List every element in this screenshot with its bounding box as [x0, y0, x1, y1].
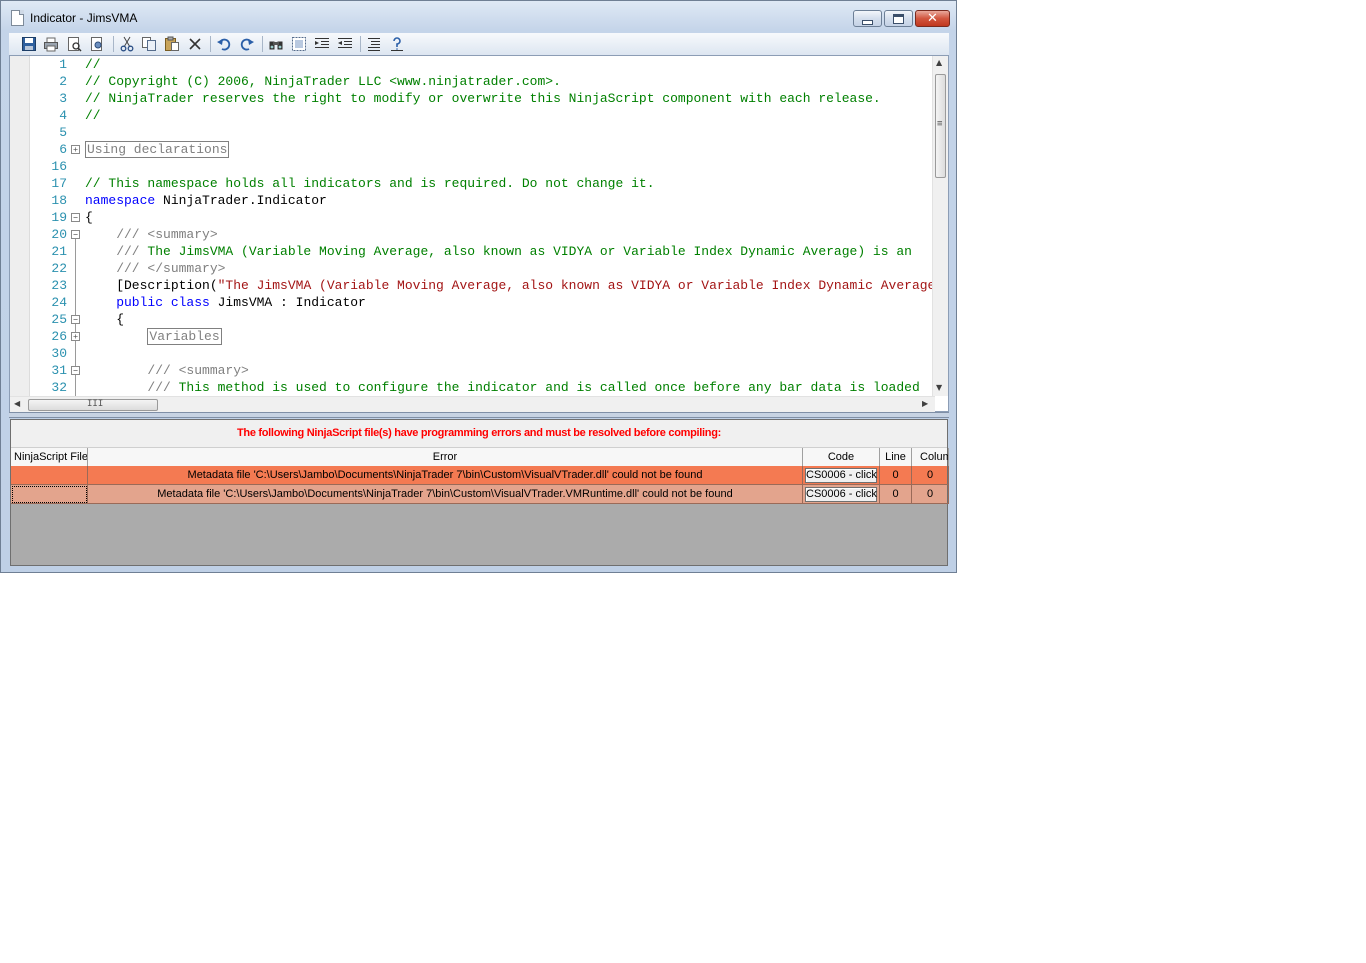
- expand-icon[interactable]: +: [71, 145, 80, 154]
- code-line: 1//: [59, 57, 101, 72]
- code-line: 19−{: [51, 210, 93, 225]
- copy-icon[interactable]: [141, 36, 157, 52]
- maximize-icon: [893, 13, 904, 24]
- horizontal-scroll-thumb[interactable]: III: [28, 399, 158, 411]
- code-line: 22 /// </summary>: [51, 261, 226, 276]
- redo-icon[interactable]: [239, 36, 255, 52]
- error-code-button[interactable]: CS0006 - click for info: [805, 468, 879, 483]
- collapse-icon[interactable]: −: [71, 230, 80, 239]
- column-header-column[interactable]: Column: [912, 448, 949, 467]
- code-editor[interactable]: 1// 2// Copyright (C) 2006, NinjaTrader …: [9, 55, 949, 412]
- collapsed-region-using[interactable]: Using declarations: [85, 141, 230, 158]
- collapse-icon[interactable]: −: [71, 366, 80, 375]
- toolbar-separator: [210, 36, 211, 52]
- close-icon: ✕: [927, 11, 938, 26]
- code-line: 30: [51, 346, 67, 361]
- code-line: 2// Copyright (C) 2006, NinjaTrader LLC …: [59, 74, 561, 89]
- column-header-code[interactable]: Code: [803, 448, 880, 467]
- line-cell[interactable]: 0: [880, 466, 912, 485]
- column-cell[interactable]: 0: [912, 466, 949, 485]
- code-line: 16: [51, 159, 67, 174]
- paste-icon[interactable]: [164, 36, 180, 52]
- toolbar-separator: [360, 36, 361, 52]
- undo-icon[interactable]: [216, 36, 232, 52]
- indent-icon[interactable]: [314, 36, 330, 52]
- code-line: 17// This namespace holds all indicators…: [51, 176, 655, 191]
- column-cell[interactable]: 0: [912, 485, 949, 504]
- scroll-right-icon[interactable]: ▶: [922, 399, 928, 408]
- editor-gutter: [10, 56, 30, 396]
- code-line: 26 + Variables: [51, 328, 222, 345]
- collapse-icon[interactable]: −: [71, 315, 80, 324]
- code-cell[interactable]: CS0006 - click for info: [803, 485, 880, 504]
- code-line: 24 public class JimsVMA : Indicator: [51, 295, 366, 310]
- print-icon[interactable]: [43, 36, 59, 52]
- collapsed-region-variables[interactable]: Variables: [147, 328, 222, 345]
- file-cell[interactable]: [11, 466, 88, 485]
- delete-icon[interactable]: [187, 36, 203, 52]
- code-line: 5: [59, 125, 67, 140]
- document-icon: [11, 10, 24, 26]
- horizontal-scrollbar[interactable]: ◀ III ▶: [10, 396, 935, 412]
- error-code-button[interactable]: CS0006 - click for info: [805, 487, 879, 502]
- uncomment-icon[interactable]: [389, 36, 405, 52]
- minimize-icon: [862, 19, 873, 25]
- save-icon[interactable]: [21, 36, 37, 52]
- toolbar-separator: [262, 36, 263, 52]
- scroll-down-icon[interactable]: ▼: [936, 383, 942, 392]
- error-row[interactable]: Metadata file 'C:\Users\Jambo\Documents\…: [11, 466, 949, 485]
- column-header-file[interactable]: NinjaScript File: [11, 448, 88, 467]
- scroll-up-icon[interactable]: ▲: [936, 58, 942, 67]
- file-cell[interactable]: [11, 485, 88, 504]
- code-line: 31− /// <summary>: [51, 363, 249, 378]
- grip-icon: III: [87, 399, 104, 409]
- collapse-icon[interactable]: −: [71, 213, 80, 222]
- column-header-error[interactable]: Error: [88, 448, 803, 467]
- window-title: Indicator - JimsVMA: [30, 11, 138, 25]
- code-line: 4//: [59, 108, 101, 123]
- code-line: 32 /// This method is used to configure …: [51, 380, 920, 395]
- column-header-line[interactable]: Line: [880, 448, 912, 467]
- toolbar-separator: [113, 36, 114, 52]
- toolbar: [9, 33, 949, 56]
- replace-icon[interactable]: [291, 36, 307, 52]
- code-line: 20− /// <summary>: [51, 227, 218, 242]
- code-cell[interactable]: CS0006 - click for info: [803, 466, 880, 485]
- outdent-icon[interactable]: [337, 36, 353, 52]
- error-grid-header: NinjaScript File Error Code Line Column: [11, 447, 949, 468]
- vertical-scrollbar[interactable]: ▲ ≡ ▼: [932, 56, 948, 396]
- code-line: 3// NinjaTrader reserves the right to mo…: [59, 91, 881, 106]
- grip-icon: ≡: [937, 119, 943, 129]
- minimize-button[interactable]: [853, 10, 882, 27]
- error-panel: The following NinjaScript file(s) have p…: [10, 419, 949, 566]
- find-icon[interactable]: [268, 36, 284, 52]
- comment-icon[interactable]: [366, 36, 382, 52]
- error-header: The following NinjaScript file(s) have p…: [11, 420, 947, 447]
- line-cell[interactable]: 0: [880, 485, 912, 504]
- error-cell[interactable]: Metadata file 'C:\Users\Jambo\Documents\…: [88, 485, 803, 504]
- scroll-left-icon[interactable]: ◀: [14, 399, 20, 408]
- code-line: 23 [Description("The JimsVMA (Variable M…: [51, 278, 935, 293]
- panel-splitter[interactable]: [9, 412, 949, 418]
- vertical-scroll-thumb[interactable]: ≡: [935, 74, 946, 178]
- code-line: 25− {: [51, 312, 125, 327]
- error-row[interactable]: Metadata file 'C:\Users\Jambo\Documents\…: [11, 485, 949, 504]
- error-cell[interactable]: Metadata file 'C:\Users\Jambo\Documents\…: [88, 466, 803, 485]
- title-bar[interactable]: Indicator - JimsVMA ✕: [1, 1, 956, 33]
- maximize-button[interactable]: [884, 10, 913, 27]
- editor-window: Indicator - JimsVMA ✕ 1// 2// Copyright …: [0, 0, 957, 573]
- code-area[interactable]: 1// 2// Copyright (C) 2006, NinjaTrader …: [29, 56, 935, 396]
- code-line: 21 /// The JimsVMA (Variable Moving Aver…: [51, 244, 912, 259]
- code-line: 6 + Using declarations: [59, 141, 230, 158]
- expand-icon[interactable]: +: [71, 332, 80, 341]
- page-setup-icon[interactable]: [89, 36, 105, 52]
- code-line: 18 namespace NinjaTrader.Indicator: [51, 193, 327, 208]
- cut-icon[interactable]: [119, 36, 135, 52]
- close-button[interactable]: ✕: [915, 10, 950, 27]
- print-preview-icon[interactable]: [66, 36, 82, 52]
